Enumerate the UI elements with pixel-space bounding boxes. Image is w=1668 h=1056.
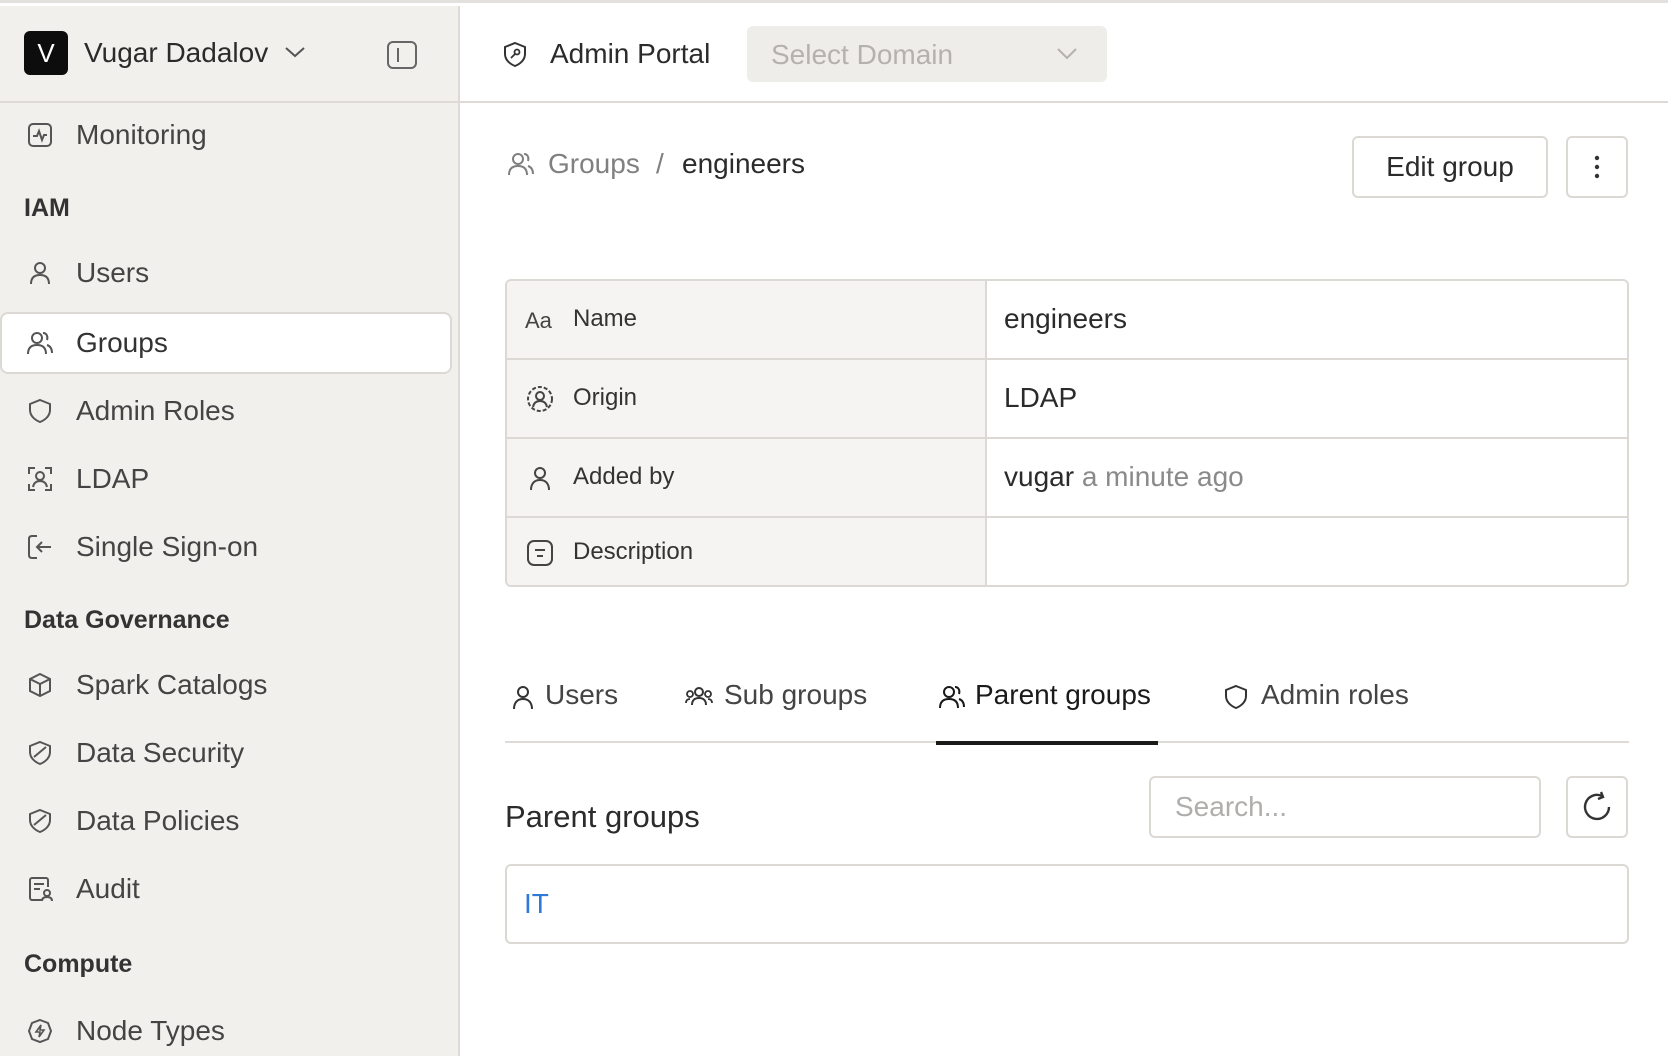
chevron-down-icon [1057, 48, 1077, 60]
sidebar-toggle-icon[interactable] [386, 40, 418, 70]
sidebar-item-data-policies[interactable]: Data Policies [0, 790, 452, 852]
sidebar-item-label: Spark Catalogs [76, 669, 268, 700]
refresh-icon [1583, 791, 1611, 821]
sidebar-item-single-sign-on[interactable]: Single Sign-on [0, 516, 452, 578]
tab-parent-groups[interactable]: Parent groups [936, 663, 1158, 745]
workspace-name[interactable]: Vugar Dadalov [84, 37, 268, 69]
sidebar-item-label: Single Sign-on [76, 531, 259, 562]
property-value: LDAP [1004, 382, 1078, 413]
sidebar-item-label: Data Policies [76, 805, 240, 836]
property-row-added-by: Added by vugar a minute ago [507, 439, 1627, 518]
property-row-origin: Origin LDAP [507, 360, 1627, 439]
property-value-added-by: vugar a minute ago [1004, 461, 1244, 493]
search-input[interactable] [1149, 776, 1541, 838]
tab-label: Admin roles [1261, 679, 1409, 710]
user-icon [530, 467, 550, 491]
workspace-header: V Vugar Dadalov [0, 6, 458, 103]
users-icon [508, 153, 534, 176]
workspace-avatar[interactable]: V [24, 31, 68, 75]
sidebar-item-admin-roles[interactable]: Admin Roles [0, 380, 452, 442]
sidebar-item-label: Users [76, 257, 150, 288]
property-key-cell: Origin [507, 360, 987, 437]
group-properties-table: Aa Name engineers Origin LDAP Added by v… [505, 279, 1629, 587]
tab-label: Sub groups [724, 679, 868, 710]
origin-icon [527, 386, 553, 412]
cube-icon [29, 672, 51, 698]
user-icon [513, 686, 533, 710]
parent-groups-list: IT [505, 864, 1629, 944]
shield-slash-icon [29, 808, 51, 834]
added-by-user[interactable]: vugar [1004, 461, 1074, 492]
users-icon [939, 686, 965, 709]
property-key: Description [573, 538, 694, 565]
user-icon [30, 262, 50, 285]
sidebar-item-data-security[interactable]: Data Security [0, 722, 452, 784]
property-key-cell: Description [507, 518, 987, 585]
app-window: V Vugar Dadalov Monitoring IAM Users Gro… [0, 0, 1668, 1056]
sidebar-item-ldap[interactable]: LDAP [0, 448, 452, 510]
page-title: Admin Portal [550, 38, 711, 69]
tab-users[interactable]: Users [505, 663, 625, 743]
shield-icon [1225, 684, 1247, 710]
shield-icon [29, 398, 51, 424]
shield-slash-icon [29, 740, 51, 766]
tab-label: Users [545, 679, 619, 710]
more-actions-button[interactable] [1566, 136, 1628, 198]
sidebar-item-label: Node Types [76, 1015, 225, 1046]
tab-sub-groups[interactable]: Sub groups [685, 663, 870, 743]
tab-admin-roles[interactable]: Admin roles [1222, 663, 1422, 743]
sidebar-item-label: Groups [76, 327, 168, 358]
sidebar-item-spark-catalogs[interactable]: Spark Catalogs [0, 654, 452, 716]
property-row-name: Aa Name engineers [507, 281, 1627, 360]
description-icon [527, 540, 553, 566]
sidebar-item-label: Data Security [76, 737, 245, 768]
sidebar: V Vugar Dadalov Monitoring IAM Users Gro… [0, 6, 460, 1056]
top-bar: Admin Portal Select Domain [460, 6, 1668, 103]
property-row-description: Description [507, 518, 1627, 585]
users-three-icon [685, 687, 713, 706]
chevron-down-icon[interactable] [284, 44, 306, 60]
refresh-button[interactable] [1566, 776, 1628, 838]
breadcrumb-parent-link[interactable]: Groups [548, 148, 640, 180]
section-label-iam: IAM [24, 194, 70, 222]
parent-group-link[interactable]: IT [524, 888, 549, 920]
tab-label: Parent groups [975, 679, 1151, 710]
sidebar-item-label: Audit [76, 873, 140, 904]
breadcrumb-current: engineers [682, 148, 805, 179]
property-key-cell: Aa Name [507, 281, 987, 358]
section-label-compute: Compute [24, 950, 133, 978]
sidebar-item-users[interactable]: Users [0, 242, 452, 304]
sidebar-item-monitoring[interactable]: Monitoring [0, 104, 452, 166]
sidebar-item-audit[interactable]: Audit [0, 858, 452, 920]
domain-select-placeholder: Select Domain [771, 39, 954, 70]
chip-icon [27, 1018, 53, 1044]
svg-text:Aa: Aa [525, 308, 553, 333]
edit-group-button[interactable]: Edit group [1352, 136, 1548, 198]
sidebar-item-groups[interactable]: Groups [0, 312, 452, 374]
sidebar-item-label: Monitoring [76, 119, 207, 150]
breadcrumb-separator: / [656, 148, 664, 179]
monitoring-icon [28, 123, 52, 147]
ldap-icon [28, 467, 52, 491]
property-key: Name [573, 305, 638, 332]
group-tabs: Users Sub groups Parent groups Admin rol… [505, 663, 1629, 745]
text-icon: Aa [525, 308, 553, 333]
property-key: Origin [573, 384, 638, 411]
audit-icon [29, 877, 53, 902]
sidebar-item-node-types[interactable]: Node Types [0, 1000, 452, 1056]
more-vertical-icon [1594, 155, 1600, 179]
shield-key-icon [504, 41, 526, 68]
property-key-cell: Added by [507, 439, 987, 516]
property-key: Added by [573, 463, 675, 490]
property-value: engineers [1004, 303, 1127, 334]
section-title: Parent groups [505, 799, 700, 834]
users-icon [27, 332, 53, 355]
added-by-time: a minute ago [1081, 461, 1244, 492]
sidebar-item-label: LDAP [76, 463, 150, 494]
sign-in-icon [28, 535, 51, 559]
sidebar-item-label: Admin Roles [76, 395, 235, 426]
section-label-data-governance: Data Governance [24, 606, 230, 634]
domain-select[interactable]: Select Domain [747, 26, 1107, 82]
